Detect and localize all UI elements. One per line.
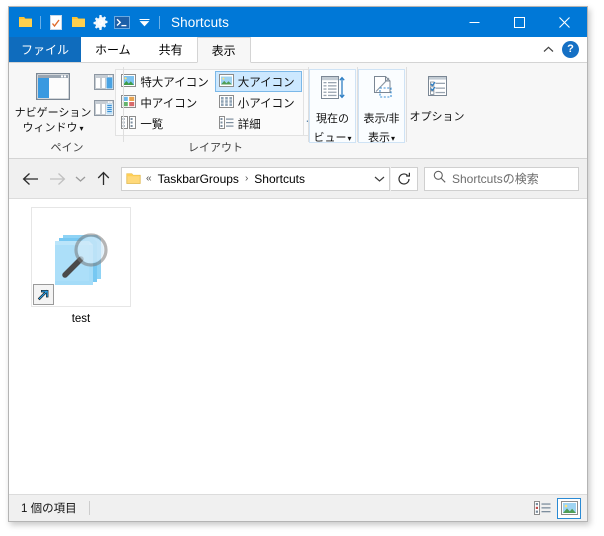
details-view-button[interactable] xyxy=(530,498,554,519)
layout-extra-large-icons[interactable]: 特大アイコン xyxy=(117,71,214,92)
breadcrumb-separator-icon[interactable]: › xyxy=(243,168,250,190)
show-hide-label-line1: 表示/非 xyxy=(363,113,400,125)
layout-details-label: 詳細 xyxy=(237,118,261,131)
up-button[interactable] xyxy=(90,166,116,192)
ribbon-group-panes-label: ペイン xyxy=(50,142,84,154)
current-view-label-line1: 現在の xyxy=(316,113,349,125)
breadcrumb-overflow-icon[interactable]: « xyxy=(144,168,154,190)
navigation-pane-label-line2: ウィンドウ ▾ xyxy=(22,122,84,134)
list-item[interactable]: test xyxy=(29,207,133,326)
breadcrumb-segment-taskbargroups[interactable]: TaskbarGroups xyxy=(154,168,243,190)
shortcut-overlay-icon xyxy=(33,284,54,305)
quick-access-toolbar xyxy=(9,7,162,37)
collapse-ribbon-icon[interactable] xyxy=(538,40,558,60)
gear-icon[interactable] xyxy=(91,13,109,31)
layout-large-icons[interactable]: 大アイコン xyxy=(214,71,302,92)
ribbon-group-panes: ナビゲーション ウィンドウ ▾ ペイン xyxy=(11,63,123,158)
tab-home[interactable]: ホーム xyxy=(81,37,145,62)
properties-icon[interactable] xyxy=(47,13,65,31)
maximize-button[interactable] xyxy=(497,7,542,37)
options-icon xyxy=(423,74,451,105)
options-label: オプション xyxy=(409,111,465,123)
address-dropdown-icon[interactable] xyxy=(369,168,389,190)
ribbon: ナビゲーション ウィンドウ ▾ ペイン 特大アイコン 大アイコン 中アイコン 小… xyxy=(9,63,587,159)
refresh-button[interactable] xyxy=(391,166,418,191)
layout-list[interactable]: 一覧 xyxy=(117,113,214,134)
explorer-window: Shortcuts ファイル ホーム 共有 表示 ? ナビゲーション ウィンドウ… xyxy=(8,6,588,522)
search-input[interactable]: Shortcutsの検索 xyxy=(452,170,539,187)
navigation-pane-caret-icon[interactable]: ▾ xyxy=(79,124,83,133)
tab-file[interactable]: ファイル xyxy=(9,37,82,62)
breadcrumb: « TaskbarGroups › Shortcuts xyxy=(144,168,369,190)
layout-large-icons-label: 大アイコン xyxy=(237,76,295,89)
ribbon-group-layout-label: レイアウト xyxy=(188,142,243,154)
window-title: Shortcuts xyxy=(171,14,229,30)
small-icons-icon xyxy=(218,94,234,111)
close-button[interactable] xyxy=(542,7,587,37)
current-view-icon xyxy=(318,74,348,107)
back-button[interactable] xyxy=(17,166,43,192)
layout-medium-icons-label: 中アイコン xyxy=(140,97,198,110)
layout-list-label: 一覧 xyxy=(140,118,164,131)
options-button[interactable]: オプション xyxy=(410,69,465,143)
show-hide-caret-icon[interactable]: ▾ xyxy=(391,134,395,143)
address-bar[interactable]: « TaskbarGroups › Shortcuts xyxy=(121,166,390,191)
medium-icons-icon xyxy=(121,94,137,111)
navigation-pane-icon xyxy=(35,72,71,105)
terminal-icon[interactable] xyxy=(113,13,131,31)
layout-small-icons[interactable]: 小アイコン xyxy=(215,92,302,113)
show-hide-icon xyxy=(367,74,397,107)
ribbon-group-current-view: 現在の ビュー▾ xyxy=(308,63,357,158)
item-count-label: 1 個の項目 xyxy=(21,503,77,515)
layout-extra-large-icons-label: 特大アイコン xyxy=(140,76,209,89)
ribbon-group-show-hide: 表示/非 表示▾ xyxy=(357,63,406,158)
address-folder-icon xyxy=(122,172,144,185)
qat-separator-2 xyxy=(159,15,160,29)
breadcrumb-segment-shortcuts[interactable]: Shortcuts xyxy=(250,168,309,190)
large-icons-view-button[interactable] xyxy=(557,497,581,519)
file-list-area[interactable]: test xyxy=(9,198,587,494)
layout-small-icons-label: 小アイコン xyxy=(237,97,295,110)
ribbon-group-layout: 特大アイコン 大アイコン 中アイコン 小アイコン 一覧 詳細 レイアウト xyxy=(115,63,320,158)
details-view-icon xyxy=(218,115,234,132)
new-folder-icon[interactable] xyxy=(69,13,87,31)
chevron-down-icon[interactable] xyxy=(135,13,153,31)
large-icons-icon xyxy=(218,73,234,90)
tab-strip-actions: ? xyxy=(538,37,587,62)
title-bar: Shortcuts xyxy=(9,7,587,37)
help-icon[interactable]: ? xyxy=(562,41,579,58)
recent-locations-button[interactable] xyxy=(71,166,89,192)
navigation-bar: « TaskbarGroups › Shortcuts Shortcutsの検索 xyxy=(9,159,587,198)
list-view-icon xyxy=(121,115,137,132)
window-controls xyxy=(452,7,587,37)
forward-button[interactable] xyxy=(44,166,70,192)
layout-details[interactable]: 詳細 xyxy=(215,113,302,134)
navigation-pane-label-line1: ナビゲーション xyxy=(14,107,92,119)
layout-gallery: 特大アイコン 大アイコン 中アイコン 小アイコン 一覧 詳細 xyxy=(115,69,320,136)
tab-share[interactable]: 共有 xyxy=(145,37,197,62)
show-hide-button[interactable]: 表示/非 表示▾ xyxy=(358,69,405,144)
file-name-label[interactable]: test xyxy=(69,312,94,326)
current-view-caret-icon[interactable]: ▾ xyxy=(347,134,351,143)
show-hide-label-line2: 表示▾ xyxy=(367,132,395,144)
search-box[interactable]: Shortcutsの検索 xyxy=(424,166,579,191)
minimize-button[interactable] xyxy=(452,7,497,37)
folder-icon[interactable] xyxy=(16,13,34,31)
navigation-pane-button[interactable]: ナビゲーション ウィンドウ ▾ xyxy=(15,70,91,136)
status-bar: 1 個の項目 xyxy=(9,494,587,521)
search-icon xyxy=(433,170,446,188)
current-view-button[interactable]: 現在の ビュー▾ xyxy=(309,69,356,144)
layout-medium-icons[interactable]: 中アイコン xyxy=(117,92,214,113)
extra-large-icons-icon xyxy=(121,73,137,90)
tab-view[interactable]: 表示 xyxy=(196,37,251,63)
qat-separator xyxy=(40,15,41,29)
ribbon-group-options: オプション xyxy=(406,63,468,158)
status-divider xyxy=(88,501,90,515)
view-toggle-buttons xyxy=(530,497,581,519)
desktop-background: Shortcuts ファイル ホーム 共有 表示 ? ナビゲーション ウィンドウ… xyxy=(0,0,604,536)
layout-gallery-grid: 特大アイコン 大アイコン 中アイコン 小アイコン 一覧 詳細 xyxy=(116,70,302,135)
current-view-label-line2: ビュー▾ xyxy=(313,132,352,144)
file-thumbnail[interactable] xyxy=(31,207,131,307)
ribbon-tab-strip: ファイル ホーム 共有 表示 ? xyxy=(9,37,587,63)
